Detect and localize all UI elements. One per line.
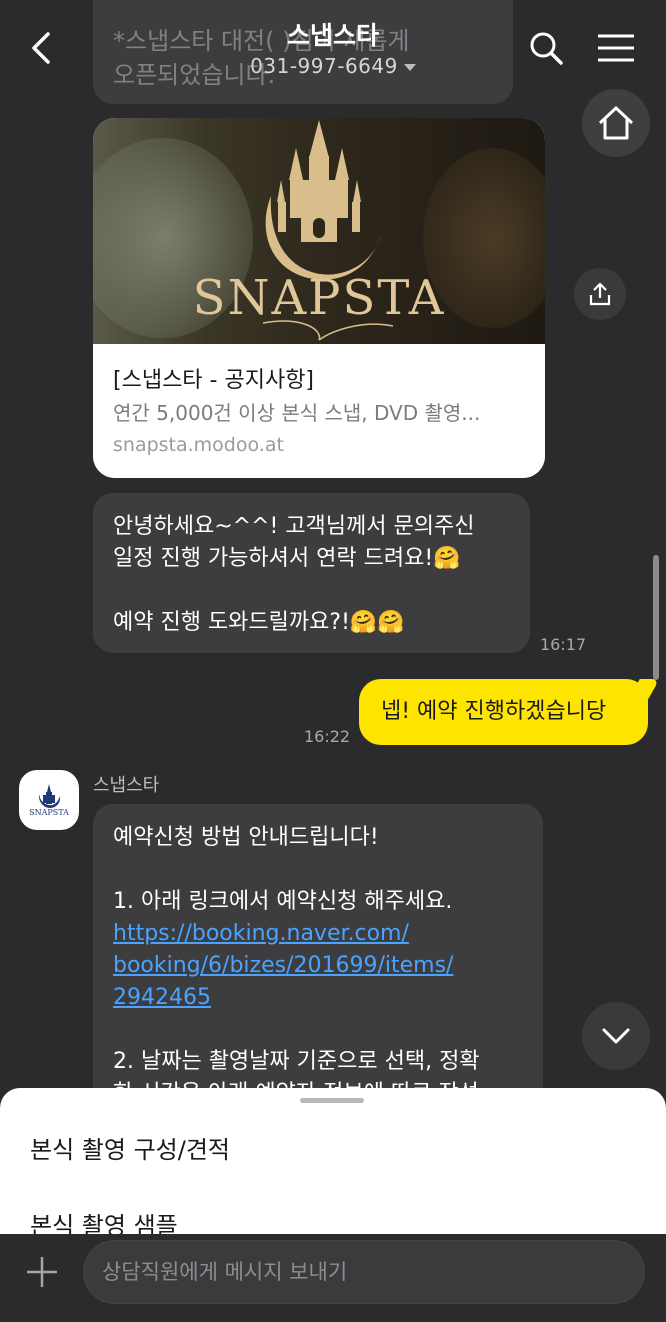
message-line (113, 575, 510, 607)
scrollbar[interactable] (653, 555, 659, 680)
bubble-tail (628, 679, 660, 699)
share-button[interactable] (574, 268, 626, 320)
chat-title: 스냅스타 (286, 21, 379, 50)
booking-link-part[interactable]: 2942465 (113, 985, 211, 1010)
castle-logo-icon (38, 783, 61, 808)
home-button[interactable] (582, 89, 650, 157)
booking-link-part[interactable]: booking/6/bizes/201699/items/ (113, 953, 453, 978)
home-icon (598, 106, 634, 140)
chevron-down-icon (602, 1028, 630, 1044)
chevron-down-icon (403, 64, 416, 71)
scroll-to-bottom-button[interactable] (582, 1002, 650, 1070)
search-icon[interactable] (526, 28, 566, 68)
link-preview-card[interactable]: SNAPSTA [스냅스타 - 공지사항] 연간 5,000건 이상 본식 스냅… (93, 118, 545, 478)
quick-reply-item[interactable]: 본식 촬영 샘플 (30, 1206, 178, 1234)
sheet-handle[interactable] (300, 1098, 364, 1103)
message-line: 2. 날짜는 촬영날짜 기준으로 선택, 정확 (113, 1049, 480, 1074)
message-line: 예약 진행 도와드릴까요?!🤗🤗 (113, 610, 405, 635)
card-url: snapsta.modoo.at (113, 434, 284, 456)
outgoing-message-text: 넵! 예약 진행하겠습니당 (381, 699, 607, 724)
incoming-message-bubble: 예약신청 방법 안내드립니다! 1. 아래 링크에서 예약신청 해주세요. ht… (93, 804, 543, 1104)
avatar[interactable]: SNAPSTA (19, 770, 79, 830)
message-timestamp: 16:17 (540, 635, 587, 654)
message-timestamp: 16:22 (304, 727, 351, 746)
message-line: 안녕하세요~^^! 고객님께서 문의주신 (113, 514, 475, 539)
message-line: 예약신청 방법 안내드립니다! (113, 825, 379, 850)
sender-name: 스냅스타 (93, 775, 160, 796)
message-input-container (83, 1240, 645, 1304)
share-icon (589, 282, 611, 306)
hamburger-menu-icon[interactable] (596, 30, 636, 66)
message-line (113, 854, 523, 886)
card-title: [스냅스타 - 공지사항] (113, 368, 315, 393)
card-body: [스냅스타 - 공지사항] 연간 5,000건 이상 본식 스냅, DVD 촬영… (93, 344, 545, 478)
booking-link[interactable]: 2942465 (113, 982, 523, 1014)
booking-link[interactable]: booking/6/bizes/201699/items/ (113, 950, 523, 982)
quick-reply-sheet: 본식 촬영 구성/견적 본식 촬영 샘플 (0, 1088, 666, 1234)
message-line: 1. 아래 링크에서 예약신청 해주세요. (113, 889, 453, 914)
phone-text: 031-997-6649 (250, 54, 398, 78)
card-logo-text: SNAPSTA (192, 270, 446, 326)
avatar-label: SNAPSTA (29, 807, 69, 817)
message-line: 일정 진행 가능하셔서 연락 드려요!🤗 (113, 546, 461, 571)
message-line (113, 1014, 523, 1046)
booking-link[interactable]: https://booking.naver.com/ (113, 918, 523, 950)
quick-reply-item[interactable]: 본식 촬영 구성/견적 (30, 1130, 230, 1165)
plus-icon[interactable] (24, 1254, 60, 1290)
card-image: SNAPSTA (93, 118, 545, 344)
card-description: 연간 5,000건 이상 본식 스냅, DVD 촬영... (113, 401, 481, 425)
message-input[interactable] (84, 1241, 644, 1303)
outgoing-message-bubble: 넵! 예약 진행하겠습니당 (359, 679, 660, 745)
chat-phone-number[interactable]: 031-997-6649 (0, 54, 666, 78)
incoming-message-bubble: 안녕하세요~^^! 고객님께서 문의주신 일정 진행 가능하셔서 연락 드려요!… (93, 493, 530, 653)
booking-link-part[interactable]: https://booking.naver.com/ (113, 921, 409, 946)
